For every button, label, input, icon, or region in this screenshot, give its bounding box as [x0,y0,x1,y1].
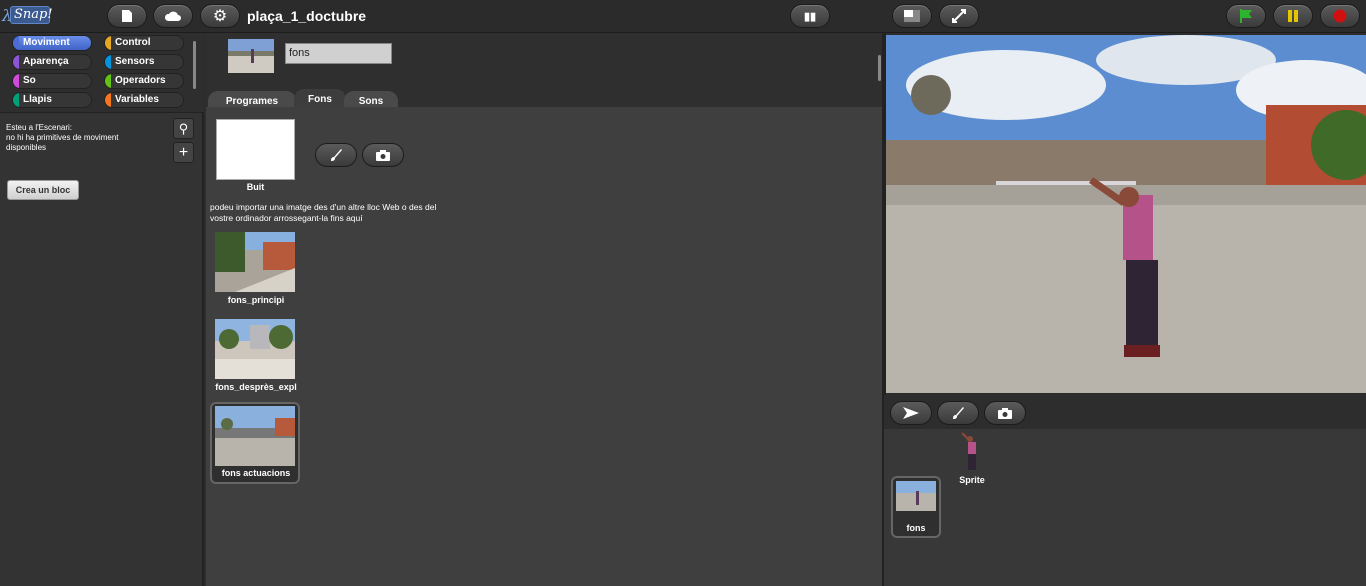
category-color [105,36,111,50]
sprite-thumbnail [228,39,274,73]
keyboard-entry-button[interactable]: ▮▮ [790,4,830,28]
cloud-button[interactable] [153,4,193,28]
search-blocks-button[interactable]: ⚲ [173,118,194,139]
category-moviment[interactable]: Moviment [12,35,92,51]
sprite-corral-bar [884,395,1366,429]
category-selector: Moviment Control Aparença Sensors So Ope… [0,33,204,113]
category-label: Moviment [23,37,70,48]
costume-thumbnail[interactable] [215,232,295,292]
green-flag-button[interactable] [1226,4,1266,28]
sprite-header: fons [206,33,882,93]
camera-icon [998,408,1012,419]
make-block-button[interactable]: Crea un bloc [7,180,79,200]
turtle-arrow-icon [903,407,919,419]
stage-size-button[interactable] [892,4,932,28]
category-label: Control [115,37,151,48]
logo-text: Snap! [10,6,53,24]
camera-icon [376,150,390,161]
sprite-editor: fons Programes Fons Sons Buit podeu impo… [206,33,882,586]
costume-label: fons_principi [227,295,285,305]
blank-costume[interactable] [216,119,295,180]
new-turtle-sprite-button[interactable] [890,401,932,425]
settings-button[interactable]: ⚙ [200,4,240,28]
category-label: Sensors [115,56,155,67]
category-control[interactable]: Control [104,35,184,51]
category-color [105,93,111,107]
file-button[interactable] [107,4,147,28]
category-color [105,74,111,88]
category-aparenca[interactable]: Aparença [12,54,92,70]
stage-thumbnail [896,481,936,511]
costume-thumbnail-selected[interactable] [215,406,295,466]
category-label: Operadors [115,75,166,86]
camera-costume-button[interactable] [362,143,404,167]
stage-notice: Esteu a l'Escenari: no hi ha primitives … [6,123,119,152]
snap-logo[interactable]: λ Snap! [2,4,53,28]
category-color [105,55,111,69]
project-title: plaça_1_doctubre [247,8,367,24]
category-label: Aparença [23,56,69,67]
category-variables[interactable]: Variables [104,92,184,108]
category-color [13,55,19,69]
import-hint: podeu importar una imatge des d'un altre… [210,202,437,223]
green-flag-icon [1240,9,1252,23]
category-color [13,36,19,50]
fullscreen-button[interactable] [939,4,979,28]
paint-new-costume-button[interactable] [315,143,357,167]
search-icon: ⚲ [178,120,189,136]
file-icon [122,10,132,22]
costume-thumbnail[interactable] [215,319,295,379]
pause-icon [1288,10,1298,22]
costume-label: fons_desprès_expl [215,382,297,392]
camera-sprite-button[interactable] [984,401,1026,425]
editor-tabs: Programes Fons Sons [206,85,882,111]
footprints-icon: ▮▮ [803,10,817,23]
normal-stage-icon [904,10,920,22]
stage[interactable] [886,35,1366,393]
category-operadors[interactable]: Operadors [104,73,184,89]
cloud-icon [164,11,181,21]
costume-label: fons actuacions [221,468,291,478]
pause-button[interactable] [1273,4,1313,28]
tab-fons[interactable]: Fons [294,89,346,109]
paint-new-sprite-button[interactable] [937,401,979,425]
category-color [13,74,19,88]
blank-costume-label: Buit [246,182,265,192]
expand-icon [952,9,966,23]
category-label: So [23,75,36,86]
add-block-button[interactable]: + [173,142,194,163]
sprite-thumbnail[interactable] [960,431,984,473]
sprite-label: Sprite [959,475,985,485]
stop-icon [1333,9,1347,23]
top-bar: λ Snap! ⚙ plaça_1_doctubre ▮▮ [0,0,1366,33]
category-label: Variables [115,94,159,105]
category-color [13,93,19,107]
stop-button[interactable] [1320,4,1360,28]
stage-label: fons [906,523,926,533]
brush-icon [953,407,964,419]
costumes-pane: Buit podeu importar una imatge des d'un … [206,107,882,586]
category-so[interactable]: So [12,73,92,89]
gear-icon: ⚙ [212,8,228,25]
brush-icon [331,149,342,161]
category-sensors[interactable]: Sensors [104,54,184,70]
sprite-corral: fons Sprite [884,429,1366,586]
sprite-name-field[interactable]: fons [285,43,392,64]
palette-pane: Moviment Control Aparença Sensors So Ope… [0,33,204,586]
plus-icon: + [178,143,189,161]
category-scrollbar[interactable] [193,41,196,89]
header-scrollbar[interactable] [878,55,881,81]
category-llapis[interactable]: Llapis [12,92,92,108]
category-label: Llapis [23,94,52,105]
